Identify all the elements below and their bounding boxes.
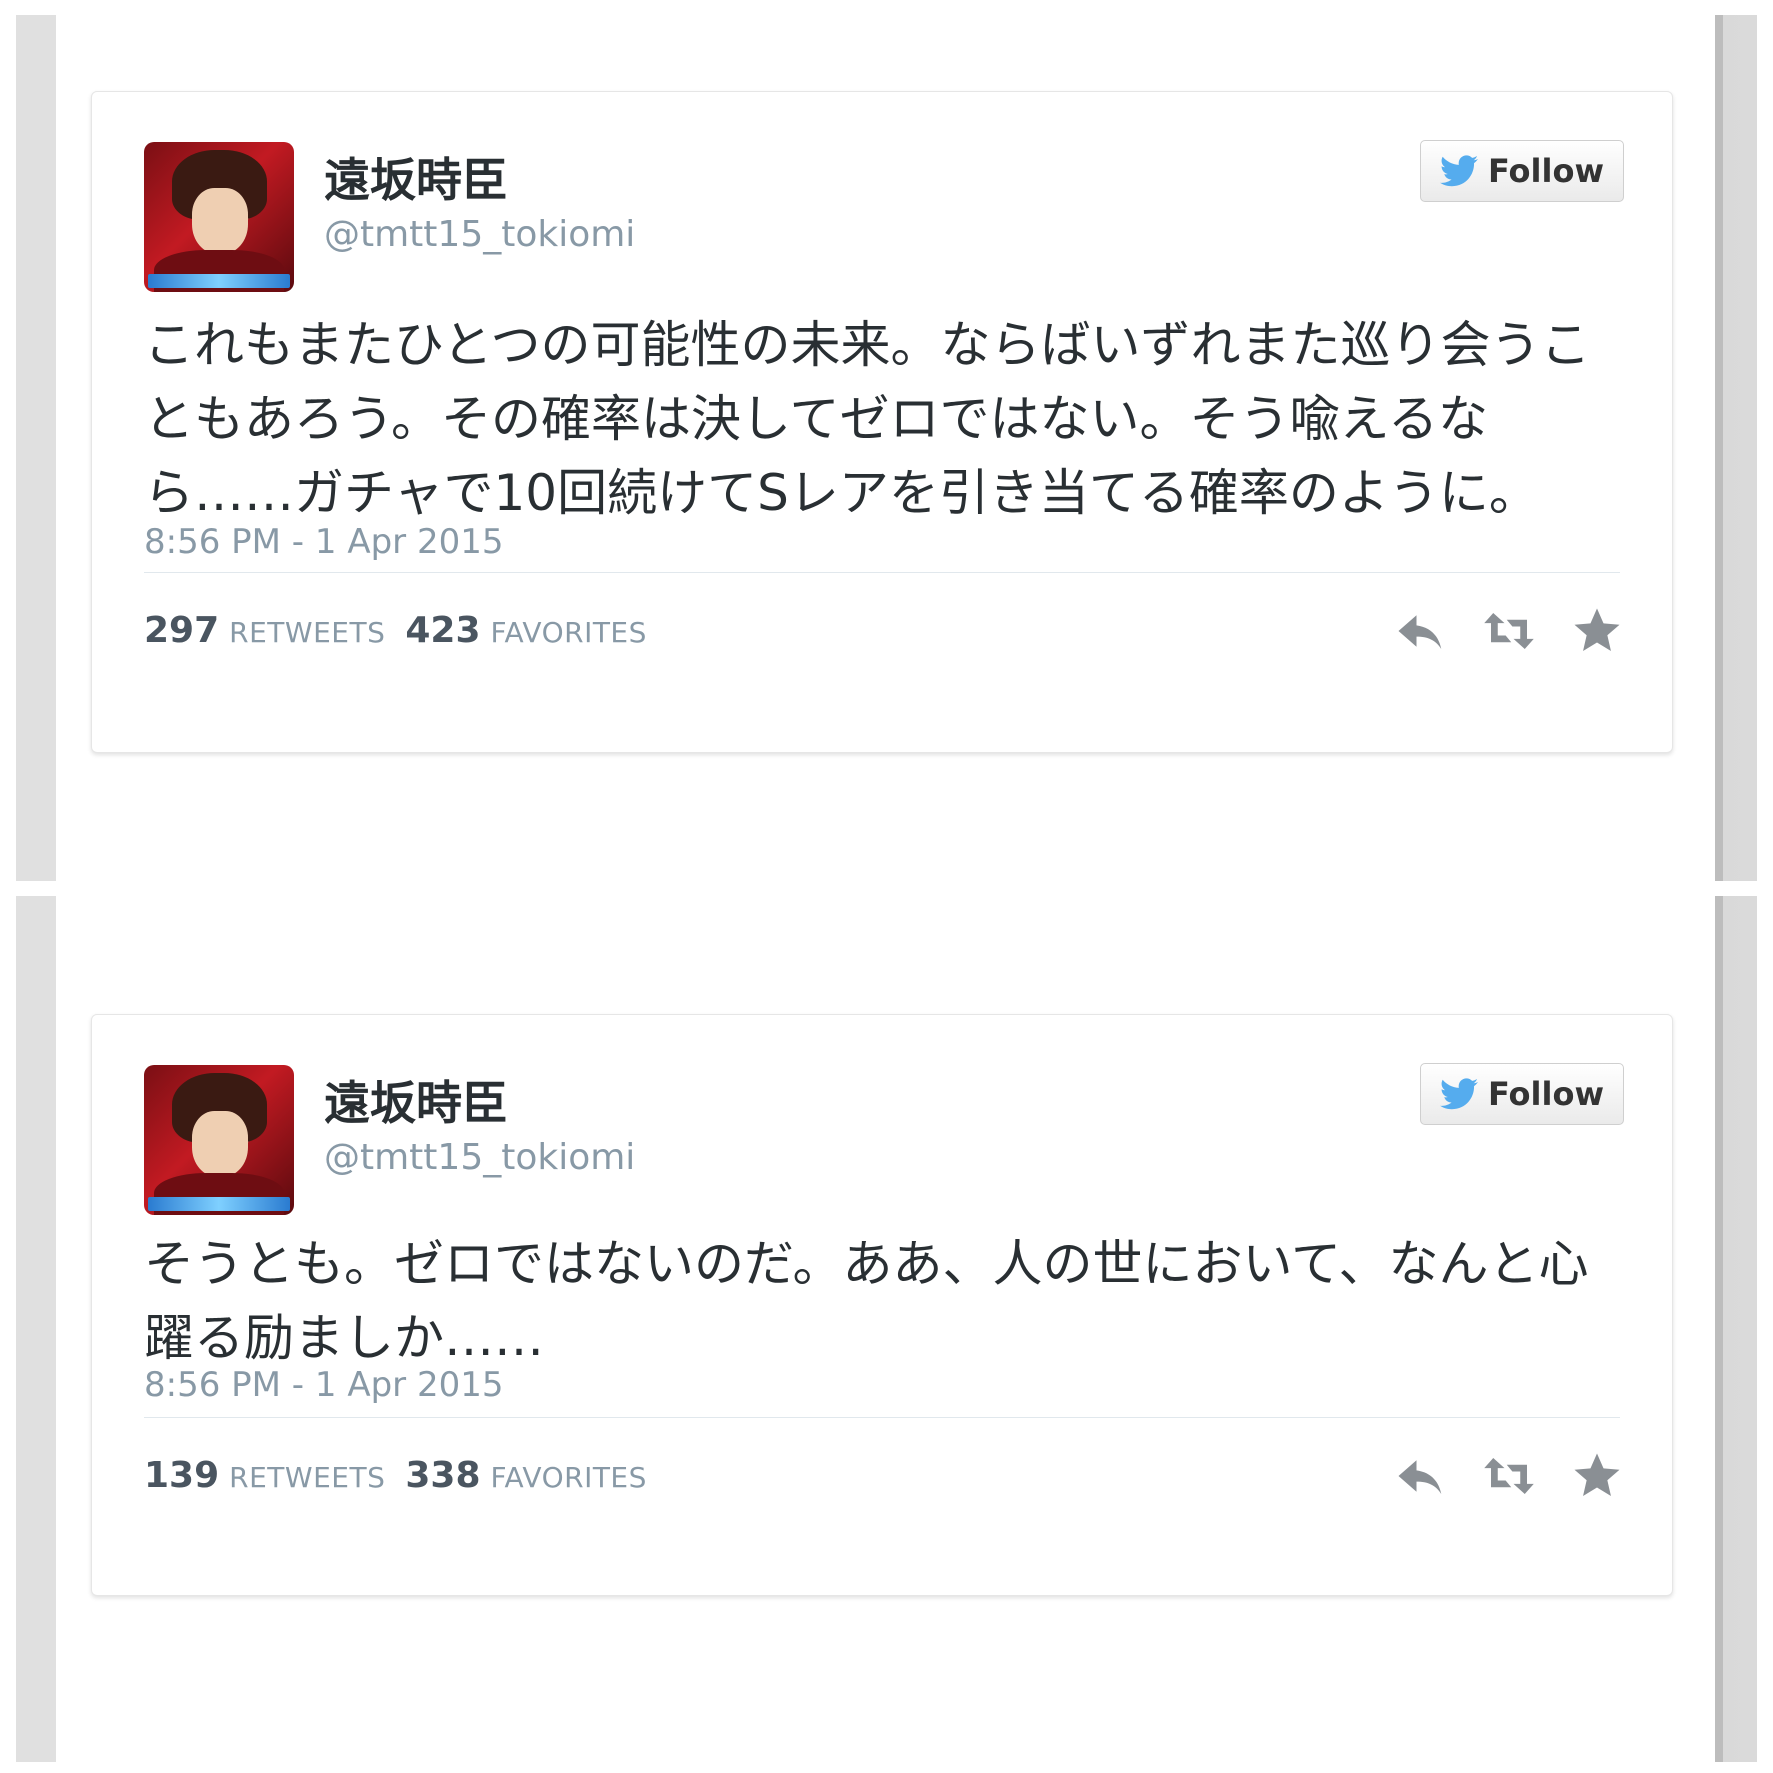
tweet-stats: 297 RETWEETS 423 FAVORITES	[144, 610, 647, 651]
avatar[interactable]	[144, 1065, 294, 1215]
follow-button[interactable]: Follow	[1420, 1063, 1624, 1125]
favorite-count-label: FAVORITES	[490, 616, 647, 649]
scrollbar-track[interactable]	[1715, 896, 1757, 1762]
avatar[interactable]	[144, 142, 294, 292]
tweet-card: 遠坂時臣 @tmtt15_tokiomi Follow そうとも。ゼロではないの…	[91, 1014, 1673, 1596]
divider	[144, 1417, 1620, 1418]
avatar-banner	[148, 1197, 290, 1211]
favorite-count-value: 423	[405, 610, 481, 651]
favorite-count[interactable]: 338 FAVORITES	[405, 1455, 647, 1496]
reply-icon[interactable]	[1394, 604, 1448, 658]
favorite-count-label: FAVORITES	[490, 1461, 647, 1494]
avatar-face	[192, 188, 248, 254]
left-scroll-edge	[16, 896, 56, 1762]
twitter-bird-icon	[1439, 155, 1478, 187]
tweet-card: 遠坂時臣 @tmtt15_tokiomi Follow これもまたひとつの可能性…	[91, 91, 1673, 753]
favorite-count[interactable]: 423 FAVORITES	[405, 610, 647, 651]
tweet-stats: 139 RETWEETS 338 FAVORITES	[144, 1455, 647, 1496]
user-display-name[interactable]: 遠坂時臣	[324, 144, 508, 210]
tweet-text: そうとも。ゼロではないのだ。ああ、人の世において、なんと心躍る励ましか……	[144, 1235, 1589, 1367]
user-display-name[interactable]: 遠坂時臣	[324, 1067, 508, 1133]
scrollbar-track[interactable]	[1715, 15, 1757, 881]
avatar-banner	[148, 274, 290, 288]
tweet-actions	[1394, 1449, 1624, 1503]
retweet-count-value: 139	[144, 1455, 220, 1496]
tweet-timestamp[interactable]: 8:56 PM - 1 Apr 2015	[144, 522, 503, 562]
divider	[144, 572, 1620, 573]
reply-icon[interactable]	[1394, 1449, 1448, 1503]
retweet-icon[interactable]	[1482, 604, 1536, 658]
tweet-text: これもまたひとつの可能性の未来。ならばいずれまた巡り会うこともあろう。その確率は…	[144, 316, 1591, 522]
retweet-icon[interactable]	[1482, 1449, 1536, 1503]
avatar-face	[192, 1111, 248, 1177]
follow-label: Follow	[1487, 1075, 1605, 1113]
retweet-count-label: RETWEETS	[229, 616, 386, 649]
tweet-actions	[1394, 604, 1624, 658]
retweet-count-value: 297	[144, 610, 220, 651]
favorite-star-icon[interactable]	[1570, 1449, 1624, 1503]
screenshot-panel-1: 遠坂時臣 @tmtt15_tokiomi Follow これもまたひとつの可能性…	[16, 15, 1757, 881]
favorite-star-icon[interactable]	[1570, 604, 1624, 658]
retweet-count[interactable]: 297 RETWEETS	[144, 610, 385, 651]
follow-button[interactable]: Follow	[1420, 140, 1624, 202]
left-scroll-edge	[16, 15, 56, 881]
favorite-count-value: 338	[405, 1455, 481, 1496]
user-handle[interactable]: @tmtt15_tokiomi	[324, 1137, 635, 1178]
user-handle[interactable]: @tmtt15_tokiomi	[324, 214, 635, 255]
follow-label: Follow	[1487, 152, 1605, 190]
tweet-timestamp[interactable]: 8:56 PM - 1 Apr 2015	[144, 1365, 503, 1405]
twitter-bird-icon	[1439, 1078, 1478, 1110]
screenshot-panel-2: 遠坂時臣 @tmtt15_tokiomi Follow そうとも。ゼロではないの…	[16, 896, 1757, 1762]
retweet-count-label: RETWEETS	[229, 1461, 386, 1494]
retweet-count[interactable]: 139 RETWEETS	[144, 1455, 385, 1496]
